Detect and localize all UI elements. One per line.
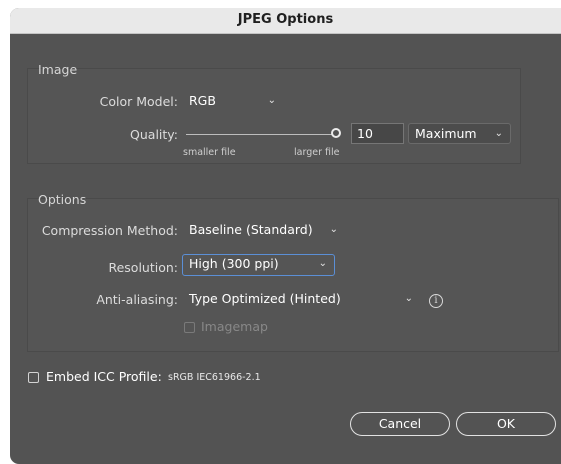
icc-profile-name: sRGB IEC61966-2.1 — [168, 372, 261, 383]
larger-file-label: larger file — [294, 147, 340, 158]
quality-preset-dropdown[interactable]: Maximum ⌄ — [408, 123, 511, 144]
chevron-down-icon: ⌄ — [494, 128, 503, 139]
resolution-label: Resolution: — [108, 260, 178, 275]
anti-aliasing-dropdown[interactable]: Type Optimized (Hinted) ⌄ — [183, 289, 420, 310]
image-section-title: Image — [38, 62, 78, 77]
ok-button[interactable]: OK — [456, 412, 556, 436]
image-section-panel — [27, 68, 521, 164]
chevron-down-icon: ⌄ — [404, 293, 413, 304]
chevron-down-icon: ⌄ — [318, 258, 327, 269]
color-model-value: RGB — [189, 93, 216, 108]
info-icon[interactable]: i — [429, 294, 443, 308]
anti-aliasing-value: Type Optimized (Hinted) — [189, 291, 341, 306]
quality-preset-value: Maximum — [415, 126, 477, 141]
smaller-file-label: smaller file — [183, 147, 236, 158]
quality-value-input[interactable]: 10 — [351, 123, 404, 144]
imagemap-label: Imagemap — [201, 319, 268, 334]
dialog-title: JPEG Options — [10, 8, 561, 34]
anti-aliasing-label: Anti-aliasing: — [96, 292, 178, 307]
options-section-title: Options — [38, 192, 87, 207]
embed-icc-checkbox[interactable] — [28, 372, 39, 383]
resolution-dropdown[interactable]: High (300 ppi) ⌄ — [182, 254, 335, 276]
compression-method-label: Compression Method: — [41, 223, 178, 238]
quality-label: Quality: — [130, 127, 178, 142]
imagemap-checkbox[interactable] — [184, 322, 195, 333]
jpeg-options-dialog: JPEG Options Image Color Model: RGB ⌄ Qu… — [10, 8, 561, 464]
color-model-dropdown[interactable]: RGB ⌄ — [183, 91, 283, 112]
color-model-label: Color Model: — [99, 94, 178, 109]
compression-method-value: Baseline (Standard) — [189, 222, 313, 237]
quality-slider-handle[interactable] — [331, 128, 341, 138]
chevron-down-icon: ⌄ — [329, 224, 338, 235]
quality-slider-track[interactable] — [186, 134, 336, 135]
embed-icc-label: Embed ICC Profile: — [46, 369, 162, 384]
cancel-button[interactable]: Cancel — [350, 412, 450, 436]
chevron-down-icon: ⌄ — [267, 95, 276, 106]
resolution-value: High (300 ppi) — [189, 256, 279, 271]
compression-method-dropdown[interactable]: Baseline (Standard) ⌄ — [183, 220, 345, 241]
